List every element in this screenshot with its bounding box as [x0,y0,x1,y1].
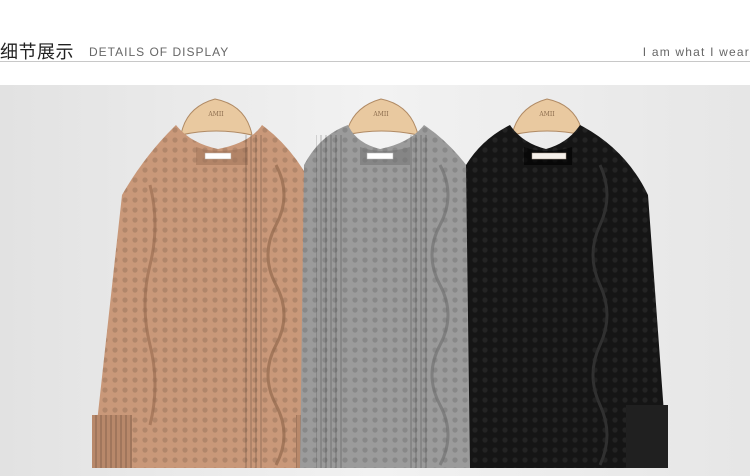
neck-label [204,152,232,160]
section-header: 细节展示 DETAILS OF DISPLAY I am what I wear [0,0,750,70]
hanger-logo: AMII [538,111,555,118]
front-placket [316,135,344,468]
brand-tagline: I am what I wear [642,45,750,59]
product-photo: AMII AMII AMII [0,85,750,476]
neck-label [366,152,394,160]
hanger-logo: AMII [372,111,389,118]
front-placket [243,135,265,468]
header-divider [0,61,750,62]
section-title-english: DETAILS OF DISPLAY [89,45,230,59]
neck-label [531,152,567,160]
sleeve-cuff [626,405,668,468]
hanger-logo: AMII [207,111,224,118]
